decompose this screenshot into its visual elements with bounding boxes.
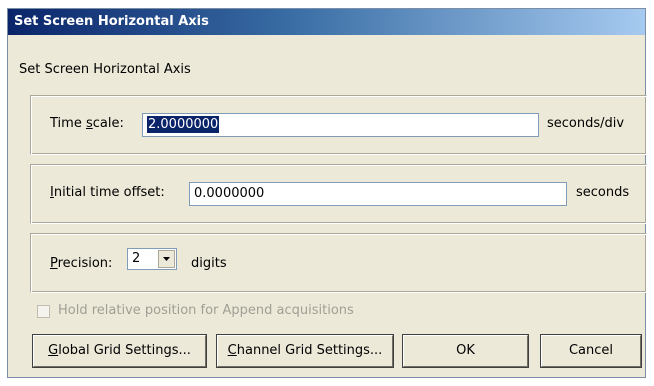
hold-position-checkbox[interactable] bbox=[37, 305, 50, 318]
combo-dropdown-button[interactable] bbox=[158, 250, 175, 268]
channel-grid-settings-button[interactable]: Channel Grid Settings... bbox=[217, 335, 393, 367]
dialog-subtitle: Set Screen Horizontal Axis bbox=[19, 62, 191, 77]
time-scale-input[interactable]: 2.0000000 bbox=[142, 113, 539, 137]
time-scale-group: Time scale: 2.0000000 seconds/div bbox=[30, 95, 647, 155]
initial-offset-input[interactable]: 0.0000000 bbox=[189, 182, 567, 206]
set-screen-horizontal-axis-dialog: Set Screen Horizontal Axis Set Screen Ho… bbox=[7, 8, 647, 378]
precision-group: Precision: digits bbox=[30, 233, 647, 293]
global-grid-settings-button[interactable]: Global Grid Settings... bbox=[33, 335, 206, 367]
precision-label: Precision: bbox=[50, 256, 113, 271]
precision-value: 2 bbox=[132, 251, 141, 266]
precision-select[interactable]: 2 bbox=[127, 248, 177, 270]
chevron-down-icon bbox=[163, 257, 170, 261]
initial-offset-group: Initial time offset: 0.0000000 seconds bbox=[30, 164, 647, 224]
dialog-title: Set Screen Horizontal Axis bbox=[8, 9, 645, 35]
precision-unit: digits bbox=[191, 256, 227, 271]
hold-position-label: Hold relative position for Append acquis… bbox=[58, 303, 354, 318]
time-scale-unit: seconds/div bbox=[547, 116, 625, 131]
ok-button[interactable]: OK bbox=[403, 335, 528, 367]
initial-offset-value: 0.0000000 bbox=[194, 186, 265, 201]
initial-offset-label: Initial time offset: bbox=[50, 185, 165, 200]
time-scale-label: Time scale: bbox=[50, 116, 124, 131]
time-scale-value: 2.0000000 bbox=[147, 116, 220, 133]
cancel-button[interactable]: Cancel bbox=[541, 335, 641, 367]
initial-offset-unit: seconds bbox=[576, 185, 630, 200]
